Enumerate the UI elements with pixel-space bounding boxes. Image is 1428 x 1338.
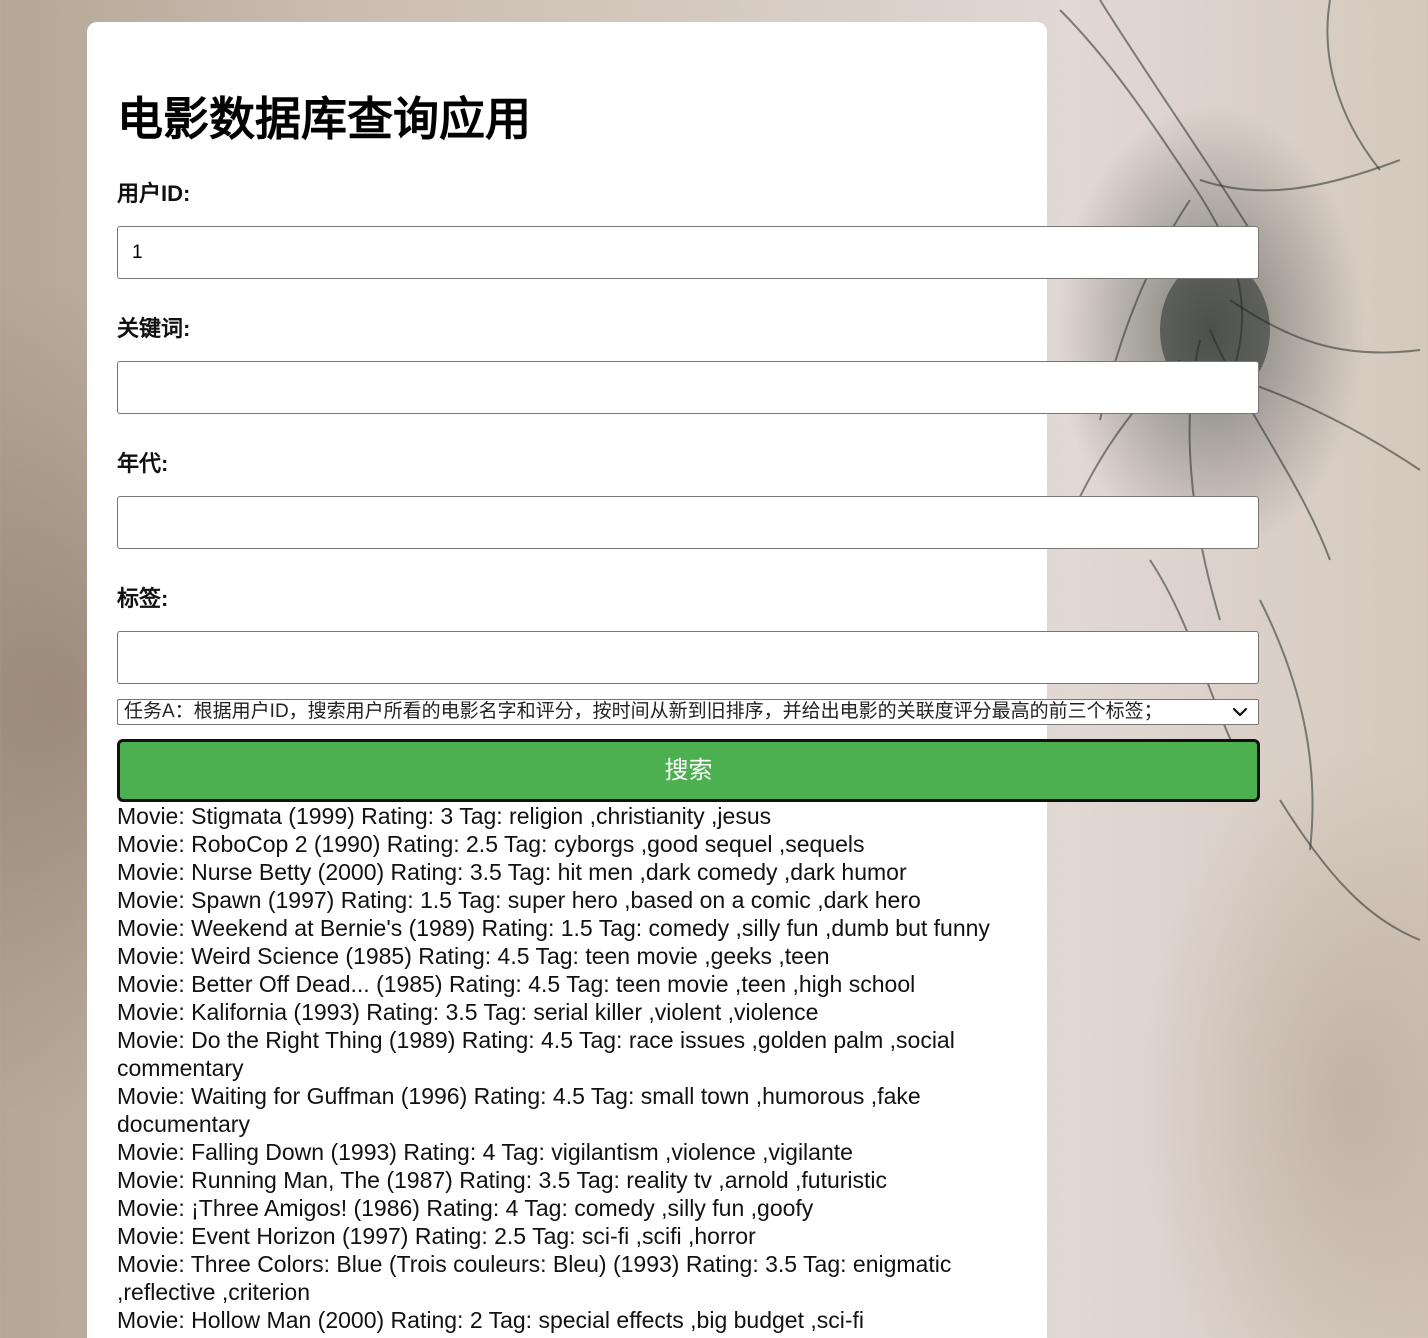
result-item: Movie: Three Colors: Blue (Trois couleur…	[117, 1251, 952, 1305]
result-item: Movie: Better Off Dead... (1985) Rating:…	[117, 971, 916, 997]
era-input[interactable]	[117, 496, 1259, 549]
result-item: Movie: Event Horizon (1997) Rating: 2.5 …	[117, 1223, 756, 1249]
keyword-input[interactable]	[117, 361, 1259, 414]
result-item: Movie: Nurse Betty (2000) Rating: 3.5 Ta…	[117, 859, 907, 885]
result-item: Movie: Weekend at Bernie's (1989) Rating…	[117, 915, 990, 941]
task-select-value: 任务A：根据用户ID，搜索用户所看的电影名字和评分，按时间从新到旧排序，并给出电…	[124, 701, 1163, 722]
result-item: Movie: Stigmata (1999) Rating: 3 Tag: re…	[117, 803, 772, 829]
tag-input[interactable]	[117, 631, 1259, 684]
result-item: Movie: Weird Science (1985) Rating: 4.5 …	[117, 943, 830, 969]
result-item: Movie: Waiting for Guffman (1996) Rating…	[117, 1083, 921, 1137]
result-item: Movie: ¡Three Amigos! (1986) Rating: 4 T…	[117, 1195, 814, 1221]
era-label: 年代:	[117, 451, 169, 476]
search-button[interactable]: 搜索	[117, 739, 1260, 802]
result-item: Movie: Spawn (1997) Rating: 1.5 Tag: sup…	[117, 887, 921, 913]
result-item: Movie: Do the Right Thing (1989) Rating:…	[117, 1027, 955, 1081]
result-item: Movie: Kalifornia (1993) Rating: 3.5 Tag…	[117, 999, 819, 1025]
user-id-label: 用户ID:	[117, 181, 191, 206]
result-item: Movie: Hollow Man (2000) Rating: 2 Tag: …	[117, 1307, 865, 1333]
chevron-down-icon	[1232, 707, 1248, 717]
results-list: Movie: Stigmata (1999) Rating: 3 Tag: re…	[117, 802, 997, 1334]
keyword-label: 关键词:	[117, 316, 191, 341]
result-item: Movie: RoboCop 2 (1990) Rating: 2.5 Tag:…	[117, 831, 865, 857]
result-item: Movie: Falling Down (1993) Rating: 4 Tag…	[117, 1139, 853, 1165]
tag-label: 标签:	[117, 586, 169, 611]
page-title: 电影数据库查询应用	[117, 93, 531, 145]
main-content: 电影数据库查询应用 用户ID: 关键词: 年代: 标签: 任务A：根据用户ID，…	[117, 22, 1260, 1334]
result-item: Movie: Running Man, The (1987) Rating: 3…	[117, 1167, 888, 1193]
user-id-input[interactable]	[117, 226, 1259, 279]
task-select[interactable]: 任务A：根据用户ID，搜索用户所看的电影名字和评分，按时间从新到旧排序，并给出电…	[117, 699, 1259, 725]
